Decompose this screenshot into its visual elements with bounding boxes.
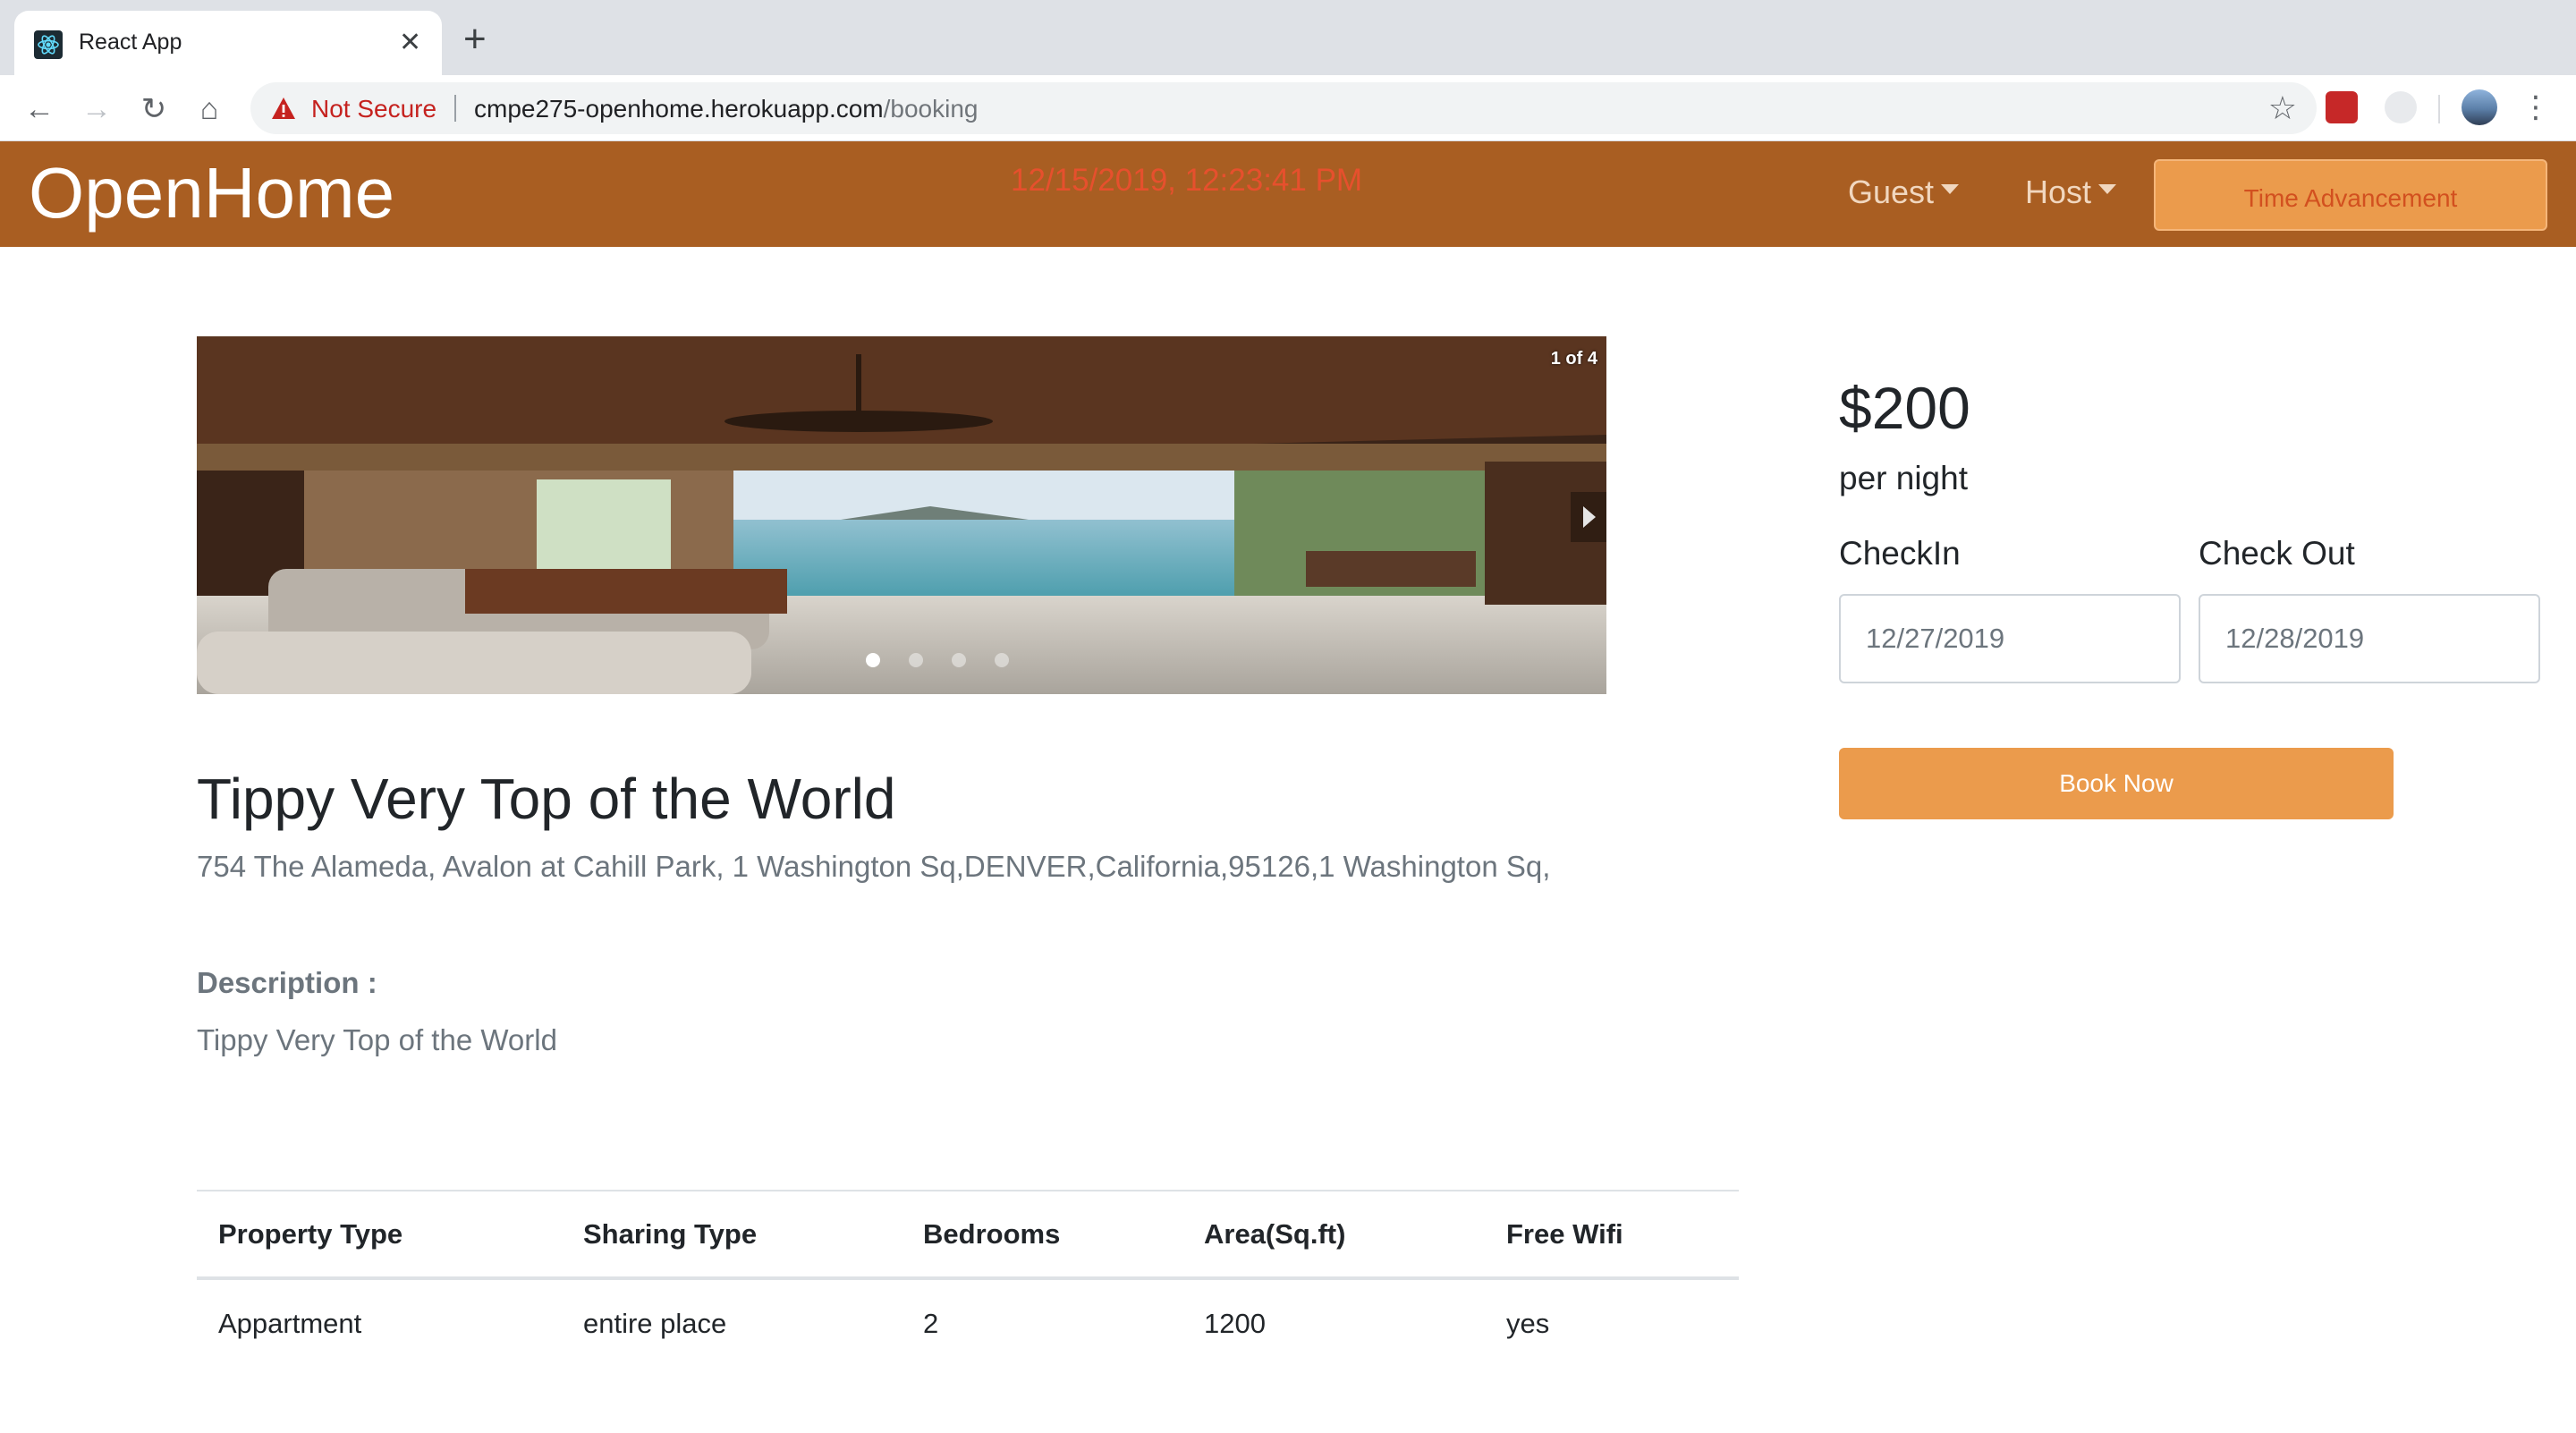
carousel-next-arrow-icon[interactable]: [1571, 492, 1606, 542]
profile-avatar[interactable]: [2462, 89, 2497, 125]
table-header-row: Property Type Sharing Type Bedrooms Area…: [197, 1190, 1739, 1280]
table-cell: yes: [1506, 1308, 1550, 1339]
time-advancement-button[interactable]: Time Advancement: [2154, 159, 2547, 231]
toolbar-divider: [2438, 95, 2440, 123]
address-bar[interactable]: Not Secure cmpe275-openhome.herokuapp.co…: [250, 82, 2317, 134]
current-time: 12/15/2019, 12:23:41 PM: [1011, 163, 1363, 198]
property-address: 754 The Alameda, Avalon at Cahill Park, …: [197, 850, 1551, 883]
home-icon[interactable]: ⌂: [190, 89, 229, 129]
table-cell: 1200: [1204, 1308, 1266, 1339]
checkout-date-input[interactable]: 12/28/2019: [2199, 594, 2540, 683]
price-unit: per night: [1839, 460, 1968, 496]
property-title: Tippy Very Top of the World: [197, 767, 896, 831]
url-host: cmpe275-openhome.herokuapp.com: [474, 95, 884, 123]
tab-title: React App: [79, 30, 182, 55]
reload-icon[interactable]: ↻: [134, 89, 174, 129]
react-icon: [34, 30, 63, 59]
carousel-dot[interactable]: [952, 653, 966, 667]
checkin-label: CheckIn: [1839, 535, 1961, 572]
url-text[interactable]: cmpe275-openhome.herokuapp.com/booking: [474, 95, 979, 123]
host-label: Host: [2025, 174, 2092, 210]
browser-tab[interactable]: React App ✕: [14, 11, 442, 75]
extension-icon[interactable]: [2326, 91, 2358, 123]
browser-toolbar: ← → ↻ ⌂ Not Secure cmpe275-openhome.hero…: [0, 75, 2576, 141]
bookmark-star-icon[interactable]: ☆: [2268, 91, 2297, 125]
close-icon[interactable]: ✕: [399, 25, 421, 61]
table-cell: Appartment: [218, 1308, 362, 1339]
checkout-label: Check Out: [2199, 535, 2355, 572]
caret-down-icon: [1941, 183, 1960, 194]
guest-label: Guest: [1848, 174, 1935, 210]
property-photo: [197, 336, 1606, 694]
carousel-counter: 1 of 4: [1550, 349, 1597, 369]
url-path: /booking: [883, 95, 979, 123]
column-header: Free Wifi: [1485, 1190, 1739, 1280]
property-image-carousel[interactable]: 1 of 4: [197, 336, 1606, 694]
book-now-button[interactable]: Book Now: [1839, 748, 2394, 819]
column-header: Sharing Type: [562, 1190, 902, 1280]
table-cell: entire place: [583, 1308, 727, 1339]
table-row: Appartment entire place 2 1200 yes: [197, 1278, 1739, 1368]
brand-logo[interactable]: OpenHome: [29, 150, 394, 236]
app-navbar: OpenHome 12/15/2019, 12:23:41 PM Guest H…: [0, 141, 2576, 247]
forward-arrow-icon[interactable]: →: [77, 89, 116, 129]
description-text: Tippy Very Top of the World: [197, 1023, 557, 1056]
new-tab-icon[interactable]: +: [463, 20, 487, 59]
back-arrow-icon[interactable]: ←: [20, 89, 59, 129]
table-cell: 2: [923, 1308, 939, 1339]
column-header: Bedrooms: [902, 1190, 1182, 1280]
extension-icon[interactable]: [2385, 91, 2417, 123]
column-header: Property Type: [197, 1190, 562, 1280]
host-dropdown[interactable]: Host: [2025, 174, 2117, 211]
description-label: Description :: [197, 966, 377, 999]
caret-down-icon: [2098, 183, 2117, 194]
property-details-table: Property Type Sharing Type Bedrooms Area…: [197, 1190, 1739, 1368]
carousel-dot[interactable]: [866, 653, 880, 667]
checkin-date-input[interactable]: 12/27/2019: [1839, 594, 2181, 683]
nightly-price: $200: [1839, 375, 1970, 441]
guest-dropdown[interactable]: Guest: [1848, 174, 1960, 211]
carousel-dot[interactable]: [909, 653, 923, 667]
carousel-dot[interactable]: [995, 653, 1009, 667]
warning-icon: [270, 95, 297, 122]
menu-kebab-icon[interactable]: ⋮: [2521, 88, 2551, 127]
omnibox-divider: [454, 95, 456, 122]
security-status[interactable]: Not Secure: [311, 95, 436, 123]
browser-tab-strip: React App ✕ +: [0, 0, 2576, 75]
column-header: Area(Sq.ft): [1182, 1190, 1485, 1280]
